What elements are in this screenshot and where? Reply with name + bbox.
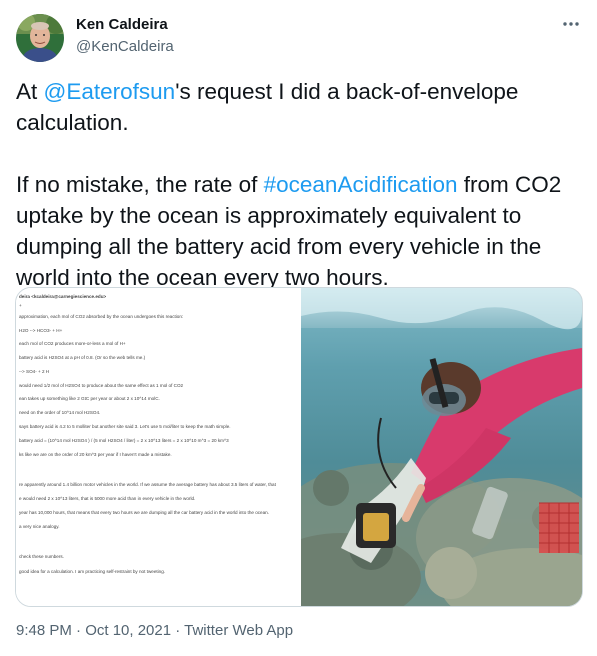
avatar[interactable] [16, 14, 64, 62]
document-line: approximation, each mol of CO2 absorbed … [19, 314, 184, 319]
document-line: a very nice analogy. [19, 524, 60, 529]
tweet-text-part: If no mistake, the rate of [16, 172, 264, 197]
email-screenshot-image[interactable]: deira <kcaldeira@carnegiescience.edu> + … [16, 288, 299, 606]
document-line: battery acid = (10^14 mol H2SO4 ) / (5 m… [19, 438, 229, 443]
document-line: each mol of CO2 produces more-or-less a … [19, 341, 126, 346]
document-line: battery acid is H2SO4 at a pH of 0.8. (O… [19, 355, 146, 360]
document-line: year has 10,000 hours, that means that e… [19, 510, 269, 515]
tweet-text-part: At [16, 79, 44, 104]
document-line: --> SO4- + 2 H [19, 369, 50, 374]
document-line: need on the order of 10^14 mol H2SO4. [19, 410, 101, 415]
document-line: check these numbers. [19, 554, 64, 559]
author-handle[interactable]: @KenCaldeira [76, 38, 174, 55]
document-line: ks like we are on the order of 20 km^3 p… [19, 452, 172, 457]
diver-photo[interactable] [261, 288, 582, 606]
tweet-card: Ken Caldeira @KenCaldeira At @Eaterofsun… [0, 0, 597, 656]
author-name[interactable]: Ken Caldeira [76, 16, 168, 33]
tweet-timestamp[interactable]: 9:48 PM · Oct 10, 2021 · Twitter Web App [16, 622, 293, 639]
document-line: would need 1/2 mol of H2SO4 to produce a… [19, 383, 184, 388]
hashtag-link[interactable]: #oceanAcidification [264, 172, 458, 197]
document-line: ean takes up something like 2 GtC per ye… [19, 396, 160, 401]
document-line: says battery acid is 4.2 to 5 molliter b… [19, 424, 231, 429]
document-line: e would need 2 x 10^13 liters, that is 5… [19, 496, 196, 501]
more-horizontal-icon[interactable] [561, 14, 581, 34]
tweet-media[interactable]: deira <kcaldeira@carnegiescience.edu> + … [15, 287, 583, 607]
document-line: good idea for a calculation. I am practi… [19, 569, 166, 574]
tweet-text: At @Eaterofsun's request I did a back-of… [16, 76, 582, 293]
mention-link[interactable]: @Eaterofsun [44, 79, 176, 104]
document-line: + [19, 303, 22, 308]
document-line: H2O --> HCO3- + H+ [19, 328, 63, 333]
document-line: deira <kcaldeira@carnegiescience.edu> [19, 294, 107, 299]
document-line: re apparently around 1.4 billion motor v… [19, 482, 276, 487]
